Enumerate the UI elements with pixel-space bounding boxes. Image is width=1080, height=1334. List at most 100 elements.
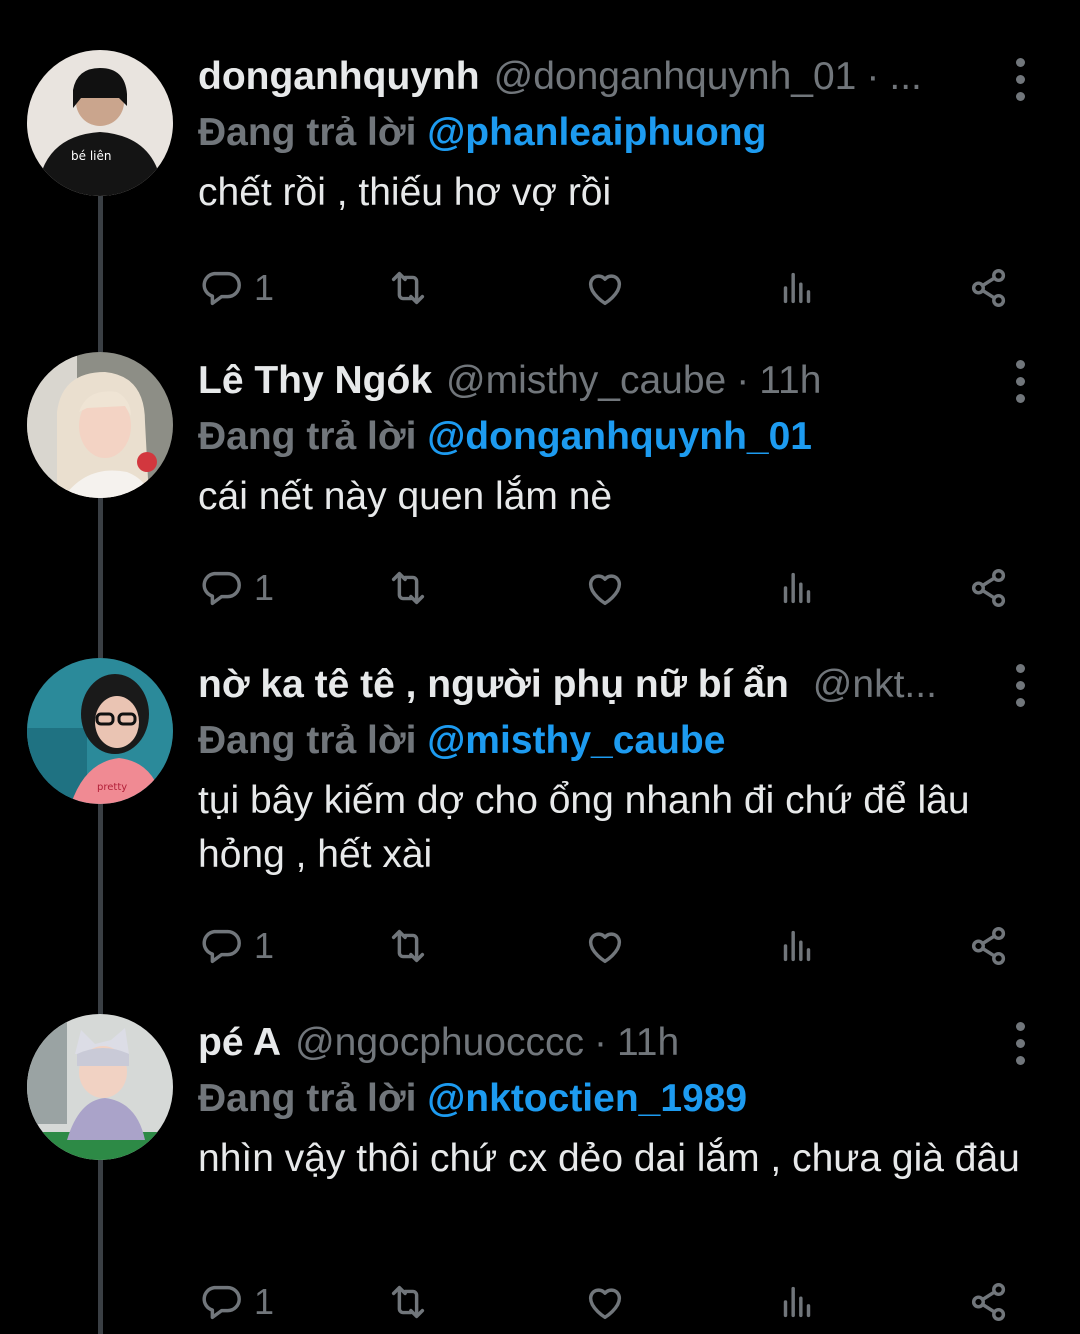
more-options-button[interactable] (1000, 50, 1040, 108)
avatar-image (27, 1014, 173, 1160)
heart-icon (582, 923, 628, 969)
heart-icon (582, 565, 628, 611)
share-icon (966, 1279, 1012, 1325)
reply-icon (198, 265, 244, 311)
avatar[interactable]: bé liên (27, 50, 173, 196)
reply-context: Đang trả lời @donganhquynh_01 (198, 410, 1020, 464)
views-button[interactable] (774, 916, 820, 976)
tweet-header: nờ ka tê tê , người phụ nữ bí ẩn @nkt... (198, 656, 1020, 714)
heart-icon (582, 1279, 628, 1325)
separator-dot: · (736, 359, 750, 402)
timestamp: ... (889, 55, 922, 98)
share-icon (966, 265, 1012, 311)
separator-dot: · (866, 55, 880, 98)
tweet-text: chết rồi , thiếu hơ vợ rồi (198, 171, 612, 214)
user-handle[interactable]: @misthy_caube (446, 352, 726, 410)
more-dot (1015, 91, 1025, 101)
avatar[interactable] (27, 352, 173, 498)
more-options-button[interactable] (1000, 656, 1040, 714)
svg-text:bé liên: bé liên (71, 149, 111, 163)
more-options-button[interactable] (1000, 352, 1040, 410)
analytics-icon (774, 923, 820, 969)
share-button[interactable] (966, 558, 1012, 618)
more-dot (1015, 376, 1025, 386)
more-options-button[interactable] (1000, 1014, 1040, 1072)
reply-context: Đang trả lời @nktoctien_1989 (198, 1072, 1020, 1126)
reply-context: Đang trả lời @phanleaiphuong (198, 106, 1020, 160)
share-button[interactable] (966, 916, 1012, 976)
reply-mention-link[interactable]: @nktoctien_1989 (427, 1077, 747, 1120)
reply-button[interactable]: 1 (198, 558, 274, 618)
user-handle[interactable]: @ngocphuocccc (295, 1014, 584, 1072)
views-button[interactable] (774, 258, 820, 318)
reply-context: Đang trả lời @misthy_caube (198, 714, 1020, 768)
timestamp: 11h (759, 359, 822, 402)
tweet-actions: 1 (198, 258, 1018, 318)
reply-prefix: Đang trả lời (198, 719, 417, 762)
avatar-image: bé liên (27, 50, 173, 196)
reply-count: 1 (254, 567, 275, 608)
shirt-print: pretty (97, 782, 127, 793)
more-dot (1015, 1055, 1025, 1065)
retweet-button[interactable] (385, 1272, 431, 1332)
share-button[interactable] (966, 258, 1012, 318)
retweet-button[interactable] (385, 916, 431, 976)
avatar-image (27, 352, 173, 498)
share-button[interactable] (966, 1272, 1012, 1332)
retweet-icon (385, 1279, 431, 1325)
avatar-image: pretty (27, 658, 173, 804)
views-button[interactable] (774, 558, 820, 618)
tweet-text: cái nết này quen lắm nè (198, 475, 613, 518)
retweet-button[interactable] (385, 558, 431, 618)
reply-count: 1 (254, 267, 275, 308)
avatar[interactable] (27, 1014, 173, 1160)
avatar[interactable]: pretty (27, 658, 173, 804)
more-vertical-icon (1015, 1021, 1025, 1031)
user-handle[interactable]: @donganhquynh_01 (494, 48, 857, 106)
reply-prefix: Đang trả lời (198, 1077, 417, 1120)
tweet-actions: 1 (198, 916, 1018, 976)
tweet-text: tụi bây kiếm dợ cho ổng nhanh đi chứ để … (198, 779, 970, 876)
views-button[interactable] (774, 1272, 820, 1332)
reply-prefix: Đang trả lời (198, 415, 417, 458)
timestamp: 11h (617, 1021, 680, 1064)
like-button[interactable] (582, 1272, 628, 1332)
share-icon (966, 923, 1012, 969)
retweet-icon (385, 565, 431, 611)
retweet-icon (385, 923, 431, 969)
reply-prefix: Đang trả lời (198, 111, 417, 154)
tweet-actions: 1 (198, 1272, 1018, 1332)
tweet-header: Lê Thy Ngók @misthy_caube · 11h (198, 352, 1020, 410)
display-name[interactable]: nờ ka tê tê , người phụ nữ bí ẩn (198, 656, 789, 714)
more-dot (1015, 393, 1025, 403)
reply-count: 1 (254, 1281, 275, 1322)
reply-mention-link[interactable]: @misthy_caube (427, 719, 725, 762)
reply-button[interactable]: 1 (198, 258, 274, 318)
analytics-icon (774, 1279, 820, 1325)
reply-mention-link[interactable]: @donganhquynh_01 (427, 415, 812, 458)
reply-button[interactable]: 1 (198, 1272, 274, 1332)
retweet-icon (385, 265, 431, 311)
separator-dot: · (594, 1021, 607, 1064)
more-vertical-icon (1015, 663, 1025, 673)
more-vertical-icon (1015, 57, 1025, 67)
heart-icon (582, 265, 628, 311)
like-button[interactable] (582, 558, 628, 618)
retweet-button[interactable] (385, 258, 431, 318)
more-dot (1015, 697, 1025, 707)
user-handle[interactable]: @nkt... (813, 656, 937, 714)
like-button[interactable] (582, 258, 628, 318)
tweet-header: donganhquynh @donganhquynh_01 · ... (198, 48, 1020, 106)
display-name[interactable]: donganhquynh (198, 48, 480, 106)
reply-icon (198, 1279, 244, 1325)
reply-button[interactable]: 1 (198, 916, 274, 976)
more-dot (1015, 1038, 1025, 1048)
display-name[interactable]: Lê Thy Ngók (198, 352, 432, 410)
reply-icon (198, 565, 244, 611)
tweet-header: pé A @ngocphuocccc · 11h (198, 1014, 1020, 1072)
reply-mention-link[interactable]: @phanleaiphuong (427, 111, 766, 154)
like-button[interactable] (582, 916, 628, 976)
tweet-text: nhìn vậy thôi chứ cx dẻo dai lắm , chưa … (198, 1137, 1020, 1180)
display-name[interactable]: pé A (198, 1014, 281, 1072)
more-vertical-icon (1015, 359, 1025, 369)
